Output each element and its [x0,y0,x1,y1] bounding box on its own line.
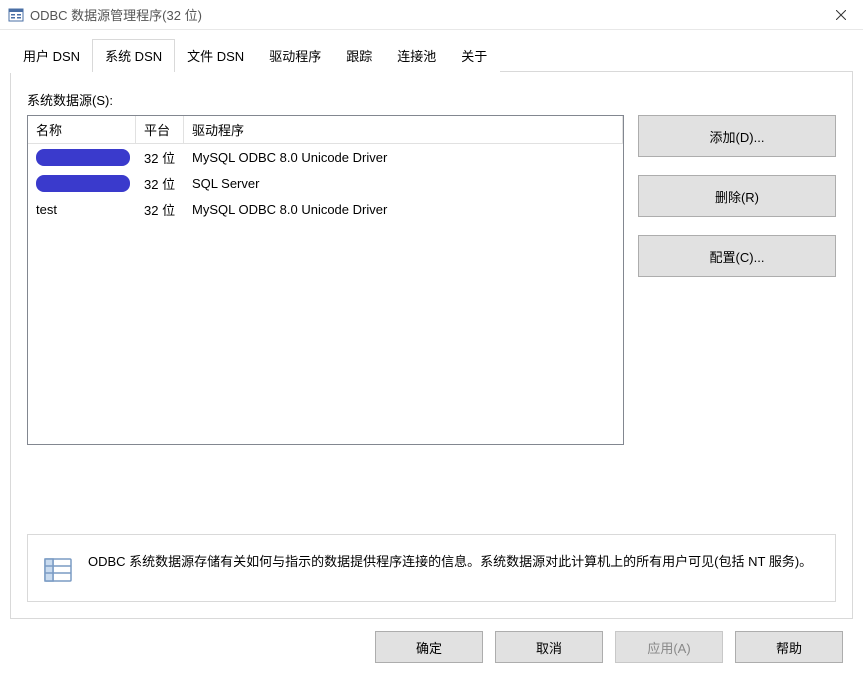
redacted-text [36,175,130,192]
cell-name [28,172,136,193]
table-row[interactable]: 32 位 MySQL ODBC 8.0 Unicode Driver [28,144,623,170]
cancel-button[interactable]: 取消 [495,631,603,663]
section-label: 系统数据源(S): [27,90,836,109]
tab-system-dsn[interactable]: 系统 DSN [92,39,175,72]
tabstrip: 用户 DSN 系统 DSN 文件 DSN 驱动程序 跟踪 连接池 关于 [10,38,853,71]
cell-driver: MySQL ODBC 8.0 Unicode Driver [184,148,623,167]
column-header-driver[interactable]: 驱动程序 [184,116,623,143]
app-icon [8,7,24,23]
tab-tracing[interactable]: 跟踪 [333,40,385,73]
add-button[interactable]: 添加(D)... [638,115,836,157]
apply-button: 应用(A) [615,631,723,663]
side-buttons: 添加(D)... 删除(R) 配置(C)... [638,115,836,445]
cell-name: test [28,200,136,219]
cell-platform: 32 位 [136,146,184,169]
cell-driver: MySQL ODBC 8.0 Unicode Driver [184,200,623,219]
tab-user-dsn[interactable]: 用户 DSN [10,40,93,73]
close-button[interactable] [818,0,863,30]
tab-drivers[interactable]: 驱动程序 [256,40,334,73]
tab-file-dsn[interactable]: 文件 DSN [174,40,257,73]
tab-panel: 系统数据源(S): 名称 平台 驱动程序 32 位 MySQL ODBC 8.0… [10,71,853,619]
info-text: ODBC 系统数据源存储有关如何与指示的数据提供程序连接的信息。系统数据源对此计… [88,551,812,573]
redacted-text [36,149,130,166]
dialog-footer: 确定 取消 应用(A) 帮助 [10,619,853,663]
configure-button[interactable]: 配置(C)... [638,235,836,277]
ok-button[interactable]: 确定 [375,631,483,663]
cell-name [28,146,136,167]
database-icon [42,553,74,585]
cell-driver: SQL Server [184,174,623,193]
remove-button[interactable]: 删除(R) [638,175,836,217]
info-box: ODBC 系统数据源存储有关如何与指示的数据提供程序连接的信息。系统数据源对此计… [27,534,836,602]
dsn-listview[interactable]: 名称 平台 驱动程序 32 位 MySQL ODBC 8.0 Unicode D… [27,115,624,445]
listview-header: 名称 平台 驱动程序 [28,116,623,144]
table-row[interactable]: 32 位 SQL Server [28,170,623,196]
tab-about[interactable]: 关于 [448,40,500,73]
cell-platform: 32 位 [136,172,184,195]
column-header-name[interactable]: 名称 [28,116,136,143]
help-button[interactable]: 帮助 [735,631,843,663]
cell-platform: 32 位 [136,198,184,221]
window-title: ODBC 数据源管理程序(32 位) [30,5,202,24]
titlebar: ODBC 数据源管理程序(32 位) [0,0,863,30]
column-header-platform[interactable]: 平台 [136,116,184,143]
tab-pooling[interactable]: 连接池 [384,40,449,73]
table-row[interactable]: test 32 位 MySQL ODBC 8.0 Unicode Driver [28,196,623,222]
